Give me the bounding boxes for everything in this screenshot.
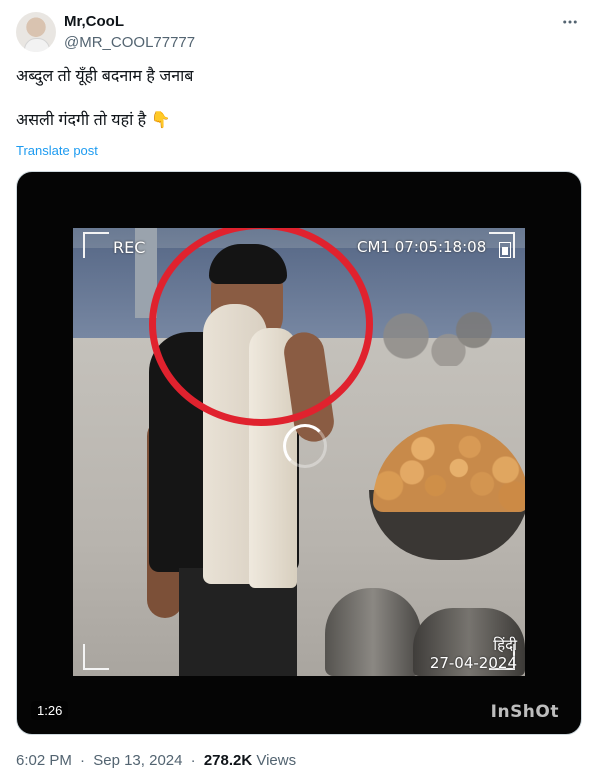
views-count[interactable]: 278.2K [204,752,252,769]
author-handle[interactable]: @MR_COOL77777 [64,34,195,51]
camera-corner-bottom-left [83,644,109,670]
views-label: Views [256,752,297,769]
separator: · [80,752,86,769]
date-overlay-label: हिंदी [493,636,517,654]
translate-post-link[interactable]: Translate post [16,143,98,158]
author-name[interactable]: Mr,CooL [64,13,124,30]
date-overlay: हिंदी 27-04-2024 [430,636,517,672]
post-text-line-1: अब्दुल तो यूँही बदनाम है जनाब [16,68,194,85]
post-text-line-2: असली गंदगी तो यहां है 👇 [16,112,171,129]
post-date[interactable]: Sep 13, 2024 [93,752,182,769]
date-overlay-value: 27-04-2024 [429,654,517,672]
camera-timestamp-overlay: CM1 07:05:18:08 [357,238,487,256]
video-player[interactable]: REC CM1 07:05:18:08 हिंदी 27-04-2024 1:2… [16,171,582,735]
video-duration: 1:26 [31,701,69,720]
camera-corner-top-left [83,232,109,258]
post-metadata: 6:02 PM · Sep 13, 2024 · 278.2K Views [16,752,296,769]
rec-overlay: REC [113,238,146,257]
battery-icon [499,242,511,258]
more-options-icon [563,20,577,24]
separator-2: · [190,752,196,769]
post-text: अब्दुल तो यूँही बदनाम है जनाब असली गंदगी… [16,66,193,154]
rubble [355,306,525,366]
post-time[interactable]: 6:02 PM [16,752,72,769]
avatar[interactable] [16,12,56,52]
watermark: InShOt [490,702,559,722]
steel-pot [325,588,421,676]
post-header: Mr,CooL @MR_COOL77777 [16,10,582,54]
red-highlight-circle [149,228,373,426]
loading-spinner-icon [283,424,327,468]
more-options-button[interactable] [558,10,582,34]
